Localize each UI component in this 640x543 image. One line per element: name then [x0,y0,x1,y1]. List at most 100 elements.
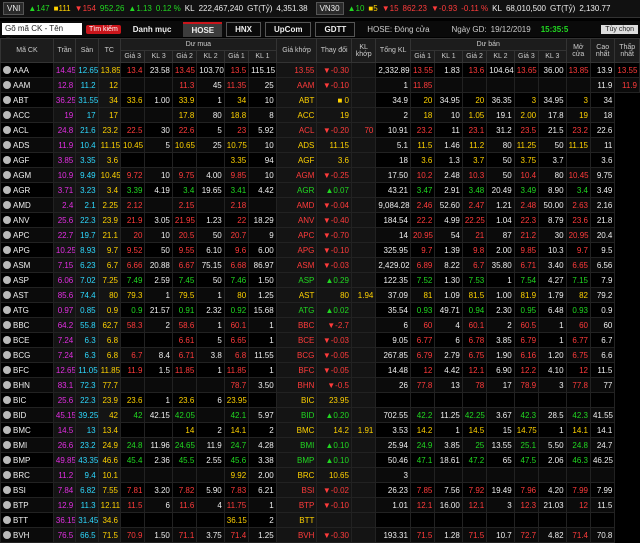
watch-toggle-icon[interactable] [3,290,11,299]
watch-toggle-icon[interactable] [3,140,11,149]
watch-toggle-icon[interactable] [3,530,11,539]
symbol-cell[interactable]: APG [0,242,54,258]
col-symbol[interactable]: Mã CK [0,38,54,63]
watch-toggle-icon[interactable] [3,170,11,179]
table-row[interactable]: ANV 25.6 22.3 23.9 21.9 3.05 21.95 1.23 22 18.29 A… [0,212,640,228]
table-row[interactable]: BTT 36.15 31.45 34.6 36.15 2 BTT [0,512,640,528]
table-row[interactable]: ASP 6.06 7.02 7.25 7.49 2.59 7.45 50 7.46 1.50 ASP… [0,272,640,288]
symbol-cell[interactable]: ASM [0,257,54,273]
table-row[interactable]: AGR 3.71 3.23 3.4 3.39 4.19 3.4 19.65 3.41 4.42 AG… [0,182,640,198]
table-row[interactable]: ADS 11.9 10.4 11.15 10.45 5 10.65 25 10.75 10 ADS 1… [0,137,640,153]
watch-toggle-icon[interactable] [3,125,11,134]
watch-toggle-icon[interactable] [3,515,11,524]
tab-hnx[interactable]: HNX [226,21,262,37]
options-button[interactable]: Tùy chọn [601,24,638,34]
table-row[interactable]: BCE 7.24 6.3 6.8 6.61 5 6.65 1 BCE ▼-0.03 9.05 6.77… [0,332,640,348]
symbol-cell[interactable]: AAM [0,77,54,93]
symbol-cell[interactable]: BID [0,407,54,423]
watch-toggle-icon[interactable] [3,350,11,359]
table-row[interactable]: BID 45.15 39.25 42 42 42.15 42.05 42.1 5.97 BID ▲0… [0,407,640,423]
table-row[interactable]: ASM 7.15 6.23 6.7 6.66 20.88 6.67 75.15 6.68 86.9… [0,257,640,273]
watch-toggle-icon[interactable] [3,440,11,449]
tab-watchlist[interactable]: Danh mục [125,23,180,36]
watch-toggle-icon[interactable] [3,455,11,464]
index-vn30[interactable]: VN30 ▲10 ■5 ▼15 862.23 ▼-0.93 -0.11 % KL… [313,1,614,16]
table-row[interactable]: AMD 2.4 2.1 2.25 2.12 2.15 2.18 AMD ▼-0.04 9,084.… [0,197,640,213]
watch-toggle-icon[interactable] [3,260,11,269]
table-row[interactable]: AAA 14.45 12.65 13.85 13.4 23.58 13.45 103.70 13… [0,62,640,78]
table-row[interactable]: AGM 10.9 9.49 10.45 9.72 10 9.75 4.00 9.85 10 AGM ▼… [0,167,640,183]
index-vni[interactable]: VNI ▲147 ■111 ▼154 952.26 ▲1.13 0.12 % K… [0,1,311,16]
table-row[interactable]: AAM 12.8 11.2 12 11.3 45 11.35 25 AAM ▼-0.10 1 11.8… [0,77,640,93]
symbol-cell[interactable]: AGR [0,182,54,198]
table-row[interactable]: BIC 25.6 22.3 23.9 23.6 1 23.6 6 23.95 BIC 23.95 [0,392,640,408]
symbol-cell[interactable]: ABT [0,92,54,108]
symbol-cell[interactable]: AMD [0,197,54,213]
symbol-cell[interactable]: BMC [0,422,54,438]
watch-toggle-icon[interactable] [3,410,11,419]
symbol-cell[interactable]: APC [0,227,54,243]
watch-toggle-icon[interactable] [3,110,11,119]
symbol-cell[interactable]: ATG [0,302,54,318]
watch-toggle-icon[interactable] [3,185,11,194]
table-row[interactable]: APG 10.25 8.93 9.7 9.52 50 9.55 6.10 9.6 6.00 APG ▼… [0,242,640,258]
symbol-cell[interactable]: ACL [0,122,54,138]
watch-toggle-icon[interactable] [3,365,11,374]
table-row[interactable]: AGF 3.85 3.35 3.6 3.35 94 AGF 3.6 18 3.6 1.3 3.7 50 3… [0,152,640,168]
table-row[interactable]: APC 22.7 19.7 21.1 20 10 20.5 50 20.7 9 APC ▼-0.70 1… [0,227,640,243]
watch-toggle-icon[interactable] [3,470,11,479]
watch-toggle-icon[interactable] [3,65,11,74]
symbol-cell[interactable]: BMP [0,452,54,468]
tab-upcom[interactable]: UpCom [265,21,312,37]
watch-toggle-icon[interactable] [3,395,11,404]
table-row[interactable]: BMI 26.6 23.2 24.9 24.8 11.96 24.65 11.9 24.7 4.2… [0,437,640,453]
symbol-cell[interactable]: BFC [0,362,54,378]
table-row[interactable]: ACC 19 17 17 17.8 80 18.8 8 ACC 19 2 18 10 1.05 19.1 2.… [0,107,640,123]
table-row[interactable]: BCG 7.24 6.3 6.8 6.7 8.4 6.71 3.8 6.8 11.55 BCG ▼-0… [0,347,640,363]
symbol-cell[interactable]: BMI [0,437,54,453]
table-row[interactable]: BFC 12.65 11.05 11.85 11.9 1.5 11.85 1 11.85 1 BFC… [0,362,640,378]
table-row[interactable]: BHN 83.1 72.3 77.7 78.7 3.50 BHN ▼-0.5 26 77.8 13 7… [0,377,640,393]
symbol-cell[interactable]: BBC [0,317,54,333]
watch-toggle-icon[interactable] [3,320,11,329]
watch-toggle-icon[interactable] [3,380,11,389]
watch-toggle-icon[interactable] [3,230,11,239]
symbol-cell[interactable]: BCG [0,347,54,363]
symbol-cell[interactable]: AGF [0,152,54,168]
watch-toggle-icon[interactable] [3,155,11,164]
symbol-cell[interactable]: BSI [0,482,54,498]
tab-gdtt[interactable]: GDTT [315,21,356,37]
watch-toggle-icon[interactable] [3,305,11,314]
watch-toggle-icon[interactable] [3,200,11,209]
symbol-cell[interactable]: BCE [0,332,54,348]
table-row[interactable]: BMC 14.5 13 13.4 14 2 14.1 2 BMC 14.2 1.91 3.53 14.2… [0,422,640,438]
symbol-cell[interactable]: ANV [0,212,54,228]
search-button[interactable]: Tìm kiếm [86,24,121,34]
watch-toggle-icon[interactable] [3,425,11,434]
watch-toggle-icon[interactable] [3,95,11,104]
table-row[interactable]: ACL 24.8 21.6 23.2 22.5 30 22.6 5 23 5.92 ACL ▼-0.2… [0,122,640,138]
watch-toggle-icon[interactable] [3,80,11,89]
watch-toggle-icon[interactable] [3,485,11,494]
stock-search-input[interactable]: Gõ mã CK - Tên Cty... [2,23,82,45]
tab-hose[interactable]: HOSE [183,21,223,37]
table-row[interactable]: BSI 7.84 6.82 7.55 7.81 3.20 7.82 5.90 7.83 6.21 B… [0,482,640,498]
watch-toggle-icon[interactable] [3,275,11,284]
table-row[interactable]: BVH 76.5 66.5 71.5 70.9 1.50 71.1 3.75 71.4 1.25 B… [0,527,640,543]
watch-toggle-icon[interactable] [3,500,11,509]
watch-toggle-icon[interactable] [3,245,11,254]
symbol-cell[interactable]: AGM [0,167,54,183]
table-row[interactable]: AST 85.6 74.4 80 79.3 1 79.5 1 80 1.25 AST 80 1.94 37… [0,287,640,303]
table-row[interactable]: BMP 49.85 43.35 46.6 45.4 2.36 45.5 2.55 45.6 3.3… [0,452,640,468]
table-row[interactable]: BRC 11.2 9.4 10.1 9.92 2.00 BRC 10.65 3 [0,467,640,483]
symbol-cell[interactable]: BTP [0,497,54,513]
symbol-cell[interactable]: BIC [0,392,54,408]
symbol-cell[interactable]: AAA [0,62,54,78]
symbol-cell[interactable]: ASP [0,272,54,288]
table-row[interactable]: ATG 0.97 0.85 0.9 0.9 21.57 0.91 2.32 0.92 15.68 A… [0,302,640,318]
table-row[interactable]: ABT 36.25 31.55 34 33.6 1.00 33.9 1 34 10 ABT ■ 0 34… [0,92,640,108]
watch-toggle-icon[interactable] [3,215,11,224]
symbol-cell[interactable]: ADS [0,137,54,153]
symbol-cell[interactable]: AST [0,287,54,303]
watch-toggle-icon[interactable] [3,335,11,344]
